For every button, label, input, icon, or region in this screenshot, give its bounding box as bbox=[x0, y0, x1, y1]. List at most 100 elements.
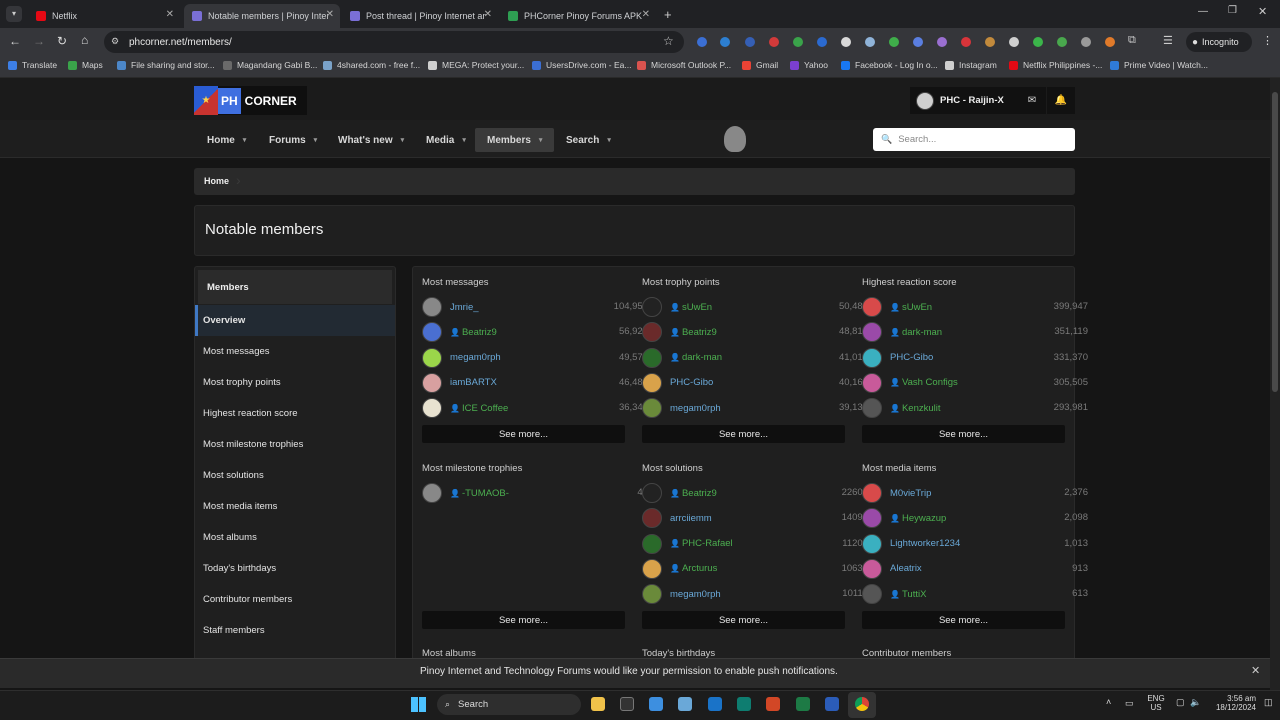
sidebar-item[interactable]: Most milestone trophies bbox=[203, 439, 303, 450]
member-row[interactable]: arrciiemm bbox=[642, 508, 712, 529]
avatar[interactable] bbox=[422, 297, 442, 317]
windows-start-icon[interactable] bbox=[411, 697, 426, 712]
nav-home[interactable]: Home ▾ bbox=[195, 128, 258, 152]
member-name[interactable]: Heywazup bbox=[902, 513, 946, 524]
extension-icon[interactable] bbox=[1057, 37, 1067, 47]
bookmark-item[interactable]: 4shared.com - free f... bbox=[323, 60, 420, 70]
member-row[interactable]: 👤 Beatriz9 bbox=[642, 322, 717, 343]
member-name[interactable]: Jmrie_ bbox=[450, 302, 479, 313]
powerpoint-icon[interactable] bbox=[766, 697, 780, 711]
close-icon[interactable]: ✕ bbox=[484, 9, 492, 20]
reading-list-icon[interactable]: ☰ bbox=[1163, 34, 1173, 47]
bookmark-star-icon[interactable]: ☆ bbox=[663, 34, 674, 48]
bookmark-item[interactable]: UsersDrive.com - Ea... bbox=[532, 60, 632, 70]
network-icon[interactable]: ▢ bbox=[1176, 697, 1185, 708]
member-row[interactable]: Jmrie_ bbox=[422, 297, 479, 317]
member-name[interactable]: TuttiX bbox=[902, 589, 926, 600]
extension-icon[interactable] bbox=[937, 37, 947, 47]
member-row[interactable]: Aleatrix bbox=[862, 558, 922, 579]
extension-icon[interactable] bbox=[841, 37, 851, 47]
menu-icon[interactable]: ⋮ bbox=[1262, 34, 1273, 47]
extension-icon[interactable] bbox=[1009, 37, 1019, 47]
extension-icon[interactable] bbox=[865, 37, 875, 47]
avatar[interactable] bbox=[642, 322, 662, 343]
avatar[interactable] bbox=[862, 372, 882, 393]
avatar[interactable] bbox=[642, 398, 662, 419]
member-row[interactable]: PHC-Gibo bbox=[642, 372, 713, 393]
home-icon[interactable]: ⌂ bbox=[81, 33, 88, 47]
member-row[interactable]: 👤 TuttiX bbox=[862, 584, 926, 605]
member-row[interactable]: 👤 Vash Configs bbox=[862, 372, 958, 393]
avatar[interactable] bbox=[862, 297, 882, 317]
chevron-down-icon[interactable]: ▾ bbox=[462, 136, 466, 144]
breadcrumb-home[interactable]: Home bbox=[204, 176, 229, 186]
member-row[interactable]: megam0rph bbox=[642, 584, 721, 605]
app-icon[interactable] bbox=[649, 697, 663, 711]
extension-icon[interactable] bbox=[793, 37, 803, 47]
see-more-button[interactable]: See more... bbox=[642, 425, 845, 443]
avatar[interactable] bbox=[422, 398, 442, 419]
member-name[interactable]: sUwEn bbox=[902, 302, 932, 313]
close-icon[interactable]: ✕ bbox=[326, 9, 334, 20]
sidebar-item[interactable]: Staff members bbox=[203, 625, 265, 636]
scrollbar-thumb[interactable] bbox=[1272, 92, 1278, 392]
alerts-button[interactable]: 🔔 bbox=[1047, 87, 1075, 114]
member-name[interactable]: Beatriz9 bbox=[682, 327, 717, 338]
extension-icon[interactable] bbox=[745, 37, 755, 47]
member-name[interactable]: megam0rph bbox=[670, 403, 721, 414]
nav-search[interactable]: Search ▾ bbox=[554, 128, 623, 152]
member-row[interactable]: 👤 Beatriz9 bbox=[422, 322, 497, 343]
outlook-icon[interactable] bbox=[708, 697, 722, 711]
extension-icon[interactable] bbox=[961, 37, 971, 47]
extension-icon[interactable] bbox=[1033, 37, 1043, 47]
volume-icon[interactable]: 🔈 bbox=[1190, 697, 1201, 708]
member-name[interactable]: ICE Coffee bbox=[462, 403, 508, 414]
member-name[interactable]: PHC-Gibo bbox=[890, 352, 933, 363]
bookmark-item[interactable]: Instagram bbox=[945, 60, 997, 70]
chevron-down-icon[interactable]: ▾ bbox=[401, 136, 405, 144]
member-row[interactable]: 👤 dark-man bbox=[642, 347, 722, 368]
url-text[interactable]: phcorner.net/members/ bbox=[129, 37, 232, 48]
close-icon[interactable]: ✕ bbox=[642, 9, 650, 20]
chevron-down-icon[interactable]: ▾ bbox=[314, 136, 318, 144]
avatar[interactable] bbox=[422, 372, 442, 393]
nav-members[interactable]: Members ▾ bbox=[475, 128, 555, 152]
bookmark-item[interactable]: Yahoo bbox=[790, 60, 828, 70]
bookmark-item[interactable]: Netflix Philippines -... bbox=[1009, 60, 1102, 70]
extension-icon[interactable] bbox=[889, 37, 899, 47]
avatar[interactable] bbox=[642, 584, 662, 605]
avatar[interactable] bbox=[862, 508, 882, 529]
nav-whats-new[interactable]: What's new ▾ bbox=[326, 128, 416, 152]
avatar[interactable] bbox=[862, 558, 882, 579]
member-name[interactable]: Kenzkulit bbox=[902, 403, 941, 414]
avatar[interactable] bbox=[642, 372, 662, 393]
bookmark-item[interactable]: Microsoft Outlook P... bbox=[637, 60, 731, 70]
site-search-input[interactable]: 🔍 Search... bbox=[873, 128, 1075, 151]
word-icon[interactable] bbox=[825, 697, 839, 711]
publisher-icon[interactable] bbox=[737, 697, 751, 711]
extension-icon[interactable] bbox=[769, 37, 779, 47]
close-icon[interactable]: ✕ bbox=[166, 9, 174, 20]
bookmark-item[interactable]: Translate bbox=[8, 60, 57, 70]
clock[interactable]: 3:56 am 18/12/2024 bbox=[1206, 694, 1256, 712]
sidebar-item[interactable]: Today's birthdays bbox=[203, 563, 276, 574]
app-icon[interactable] bbox=[678, 697, 692, 711]
member-name[interactable]: -TUMAOB- bbox=[462, 488, 509, 499]
member-row[interactable]: 👤 Beatriz9 bbox=[642, 483, 717, 503]
bookmark-item[interactable]: MEGA: Protect your... bbox=[428, 60, 524, 70]
sidebar-item[interactable]: Overview bbox=[203, 315, 245, 326]
member-name[interactable]: Aleatrix bbox=[890, 563, 922, 574]
member-row[interactable]: PHC-Gibo bbox=[862, 347, 933, 368]
avatar[interactable] bbox=[862, 483, 882, 503]
extension-icon[interactable] bbox=[1105, 37, 1115, 47]
bookmark-item[interactable]: Prime Video | Watch... bbox=[1110, 60, 1208, 70]
tab-phcorner-apk[interactable]: PHCorner Pinoy Forums APK (A ✕ bbox=[500, 4, 656, 28]
avatar[interactable] bbox=[422, 322, 442, 343]
extension-icon[interactable] bbox=[697, 37, 707, 47]
bookmark-item[interactable]: Magandang Gabi B... bbox=[223, 60, 317, 70]
bookmark-item[interactable]: Facebook - Log In o... bbox=[841, 60, 938, 70]
extension-icon[interactable] bbox=[720, 37, 730, 47]
tab-notable-members[interactable]: Notable members | Pinoy Intern ✕ bbox=[184, 4, 340, 28]
member-row[interactable]: Lightworker1234 bbox=[862, 533, 960, 554]
tray-chevron-icon[interactable]: ˄ bbox=[1106, 697, 1111, 707]
